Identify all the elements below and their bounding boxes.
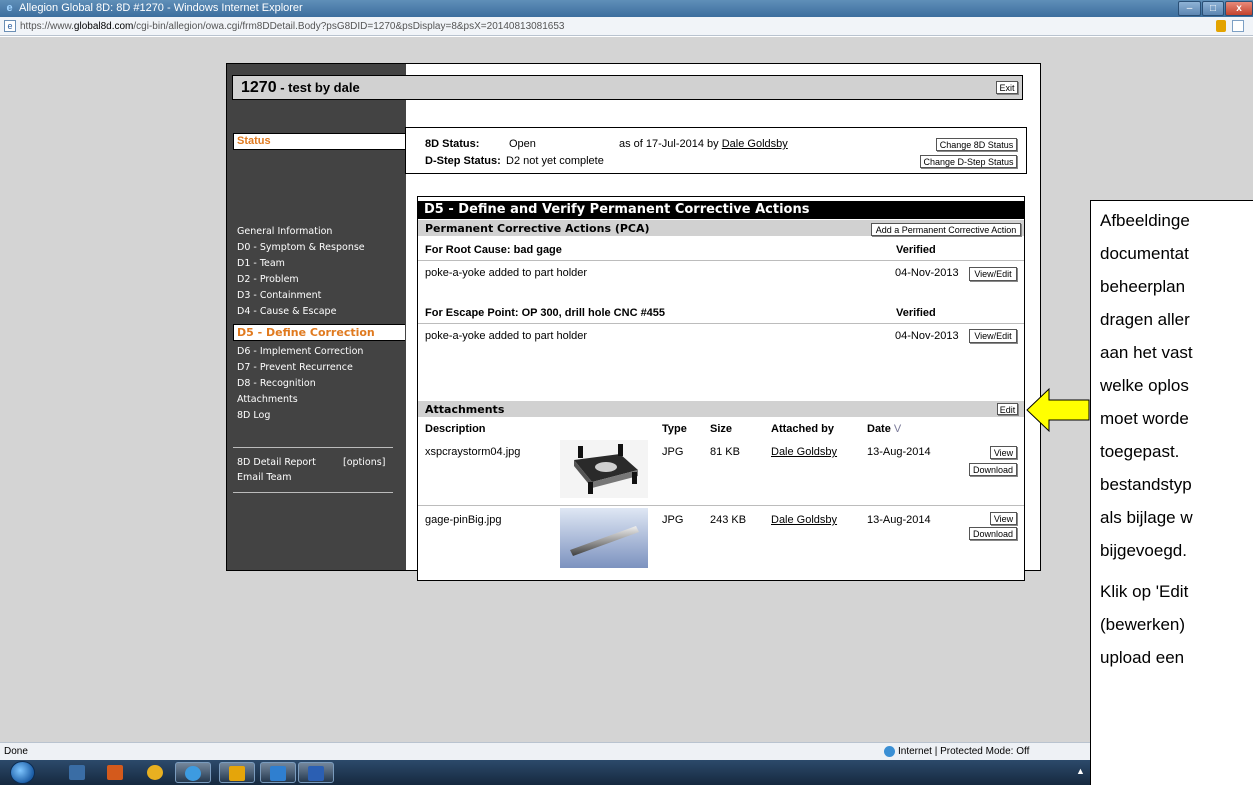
pca-action: poke-a-yoke added to part holder xyxy=(425,330,588,342)
verified-label: Verified xyxy=(896,244,936,256)
change-dstep-status-button[interactable]: Change D-Step Status xyxy=(920,155,1017,168)
pca-action: poke-a-yoke added to part holder xyxy=(425,267,588,279)
attachments-section-bar xyxy=(418,401,1024,417)
attachment-type: JPG xyxy=(662,446,684,458)
attachment-owner-link[interactable]: Dale Goldsby xyxy=(771,514,837,526)
8d-status-label: 8D Status: xyxy=(425,138,480,150)
browser-status-bar: Done Internet | Protected Mode: Off xyxy=(0,742,1090,760)
minimize-button[interactable]: – xyxy=(1178,1,1201,16)
address-url[interactable]: https://www.global8d.com/cgi-bin/allegio… xyxy=(20,21,565,32)
d5-title: D5 - Define and Verify Permanent Correct… xyxy=(418,201,1024,219)
window-title: Allegion Global 8D: 8D #1270 - Windows I… xyxy=(19,2,303,14)
pca-group-heading: For Escape Point: OP 300, drill hole CNC… xyxy=(425,307,666,319)
attachment-size: 243 KB xyxy=(710,514,747,526)
attachment-thumbnail[interactable] xyxy=(560,440,648,498)
nav-d5-active[interactable]: D5 - Define Correction xyxy=(233,324,405,341)
page-icon: e xyxy=(4,20,16,32)
nav-8d-detail-report[interactable]: 8D Detail Report xyxy=(237,457,316,468)
8d-status-value: Open xyxy=(509,138,536,150)
attachment-type: JPG xyxy=(662,514,684,526)
rss-icon[interactable] xyxy=(1232,20,1244,32)
arrow-left-icon xyxy=(1026,387,1090,433)
media-player-icon[interactable] xyxy=(107,765,123,780)
nav-attachments[interactable]: Attachments xyxy=(237,394,298,405)
col-size: Size xyxy=(710,423,733,435)
nav-d6[interactable]: D6 - Implement Correction xyxy=(237,346,363,357)
attachments-title: Attachments xyxy=(425,403,505,416)
pca-group-heading: For Root Cause: bad gage xyxy=(425,244,562,256)
tray-expand-icon[interactable]: ▲ xyxy=(1076,766,1085,776)
add-pca-button[interactable]: Add a Permanent Corrective Action xyxy=(871,223,1021,236)
nav-divider xyxy=(233,492,393,493)
security-zone[interactable]: Internet | Protected Mode: Off xyxy=(898,746,1029,757)
pca-verified-date: 04-Nov-2013 xyxy=(895,267,959,279)
col-description: Description xyxy=(425,423,486,435)
record-header: 1270 - test by dale Exit xyxy=(232,75,1023,100)
callout-note: Afbeeldinge documentat beheerplan dragen al… xyxy=(1090,200,1253,785)
nav-d4[interactable]: D4 - Cause & Escape xyxy=(237,306,336,317)
taskbar: ▲ xyxy=(0,760,1090,785)
pca-verified-date: 04-Nov-2013 xyxy=(895,330,959,342)
chrome-icon[interactable] xyxy=(147,765,163,780)
divider xyxy=(418,323,1024,324)
outlook-icon xyxy=(229,766,245,781)
nav-d7[interactable]: D7 - Prevent Recurrence xyxy=(237,362,353,373)
page-title: 1270 - test by dale xyxy=(241,79,360,96)
lock-icon[interactable] xyxy=(1216,20,1226,32)
callout-paragraph: Afbeeldinge documentat beheerplan dragen al… xyxy=(1100,211,1193,560)
view-button[interactable]: View xyxy=(990,446,1017,459)
view-edit-button[interactable]: View/Edit xyxy=(969,267,1017,281)
col-attached-by: Attached by xyxy=(771,423,834,435)
word-icon xyxy=(308,766,324,781)
attachment-date: 13-Aug-2014 xyxy=(867,514,931,526)
nav-report-options[interactable]: [options] xyxy=(343,457,385,468)
dstep-status-label: D-Step Status: xyxy=(425,155,501,167)
download-button[interactable]: Download xyxy=(969,527,1017,540)
sort-icon[interactable]: V xyxy=(894,423,901,435)
nav-d1[interactable]: D1 - Team xyxy=(237,258,285,269)
globe-icon xyxy=(884,746,895,757)
address-bar[interactable]: e https://www.global8d.com/cgi-bin/alleg… xyxy=(0,17,1253,36)
status-user-link[interactable]: Dale Goldsby xyxy=(722,138,788,150)
nav-d8[interactable]: D8 - Recognition xyxy=(237,378,316,389)
status-tab[interactable]: Status xyxy=(233,133,405,150)
attachment-description: gage-pinBig.jpg xyxy=(425,514,502,526)
status-done: Done xyxy=(4,746,28,757)
show-desktop-icon[interactable] xyxy=(69,765,85,780)
attachment-thumbnail[interactable] xyxy=(560,508,648,568)
maximize-button[interactable]: □ xyxy=(1202,1,1224,16)
ie-icon: e xyxy=(6,2,13,14)
attachment-description: xspcraystorm04.jpg xyxy=(425,446,521,458)
pca-title: Permanent Corrective Actions (PCA) xyxy=(425,222,650,235)
dstep-status-value: D2 not yet complete xyxy=(506,155,604,167)
divider xyxy=(418,260,1024,261)
ie-icon xyxy=(185,766,201,781)
window-titlebar: e Allegion Global 8D: 8D #1270 - Windows… xyxy=(0,0,1253,17)
change-8d-status-button[interactable]: Change 8D Status xyxy=(936,138,1017,151)
attachments-edit-button[interactable]: Edit xyxy=(997,403,1018,415)
exit-button[interactable]: Exit xyxy=(996,81,1018,94)
callout-paragraph: Klik op 'Edit (bewerken) upload een xyxy=(1100,582,1189,667)
attachment-date: 13-Aug-2014 xyxy=(867,446,931,458)
verified-label: Verified xyxy=(896,307,936,319)
nav-divider xyxy=(233,447,393,448)
status-as-of: as of 17-Jul-2014 by Dale Goldsby xyxy=(619,138,788,150)
attachment-owner-link[interactable]: Dale Goldsby xyxy=(771,446,837,458)
col-type: Type xyxy=(662,423,687,435)
nav-d2[interactable]: D2 - Problem xyxy=(237,274,299,285)
download-button[interactable]: Download xyxy=(969,463,1017,476)
start-button-icon[interactable] xyxy=(10,761,35,784)
col-date[interactable]: Date V xyxy=(867,423,901,435)
nav-d0[interactable]: D0 - Symptom & Response xyxy=(237,242,365,253)
view-edit-button[interactable]: View/Edit xyxy=(969,329,1017,343)
nav-d3[interactable]: D3 - Containment xyxy=(237,290,321,301)
lync-icon xyxy=(270,766,286,781)
view-button[interactable]: View xyxy=(990,512,1017,525)
nav-email-team[interactable]: Email Team xyxy=(237,472,292,483)
nav-8d-log[interactable]: 8D Log xyxy=(237,410,270,421)
nav-general-information[interactable]: General Information xyxy=(237,226,332,237)
attachment-size: 81 KB xyxy=(710,446,740,458)
divider xyxy=(418,505,1024,506)
close-button[interactable]: x xyxy=(1225,1,1253,16)
